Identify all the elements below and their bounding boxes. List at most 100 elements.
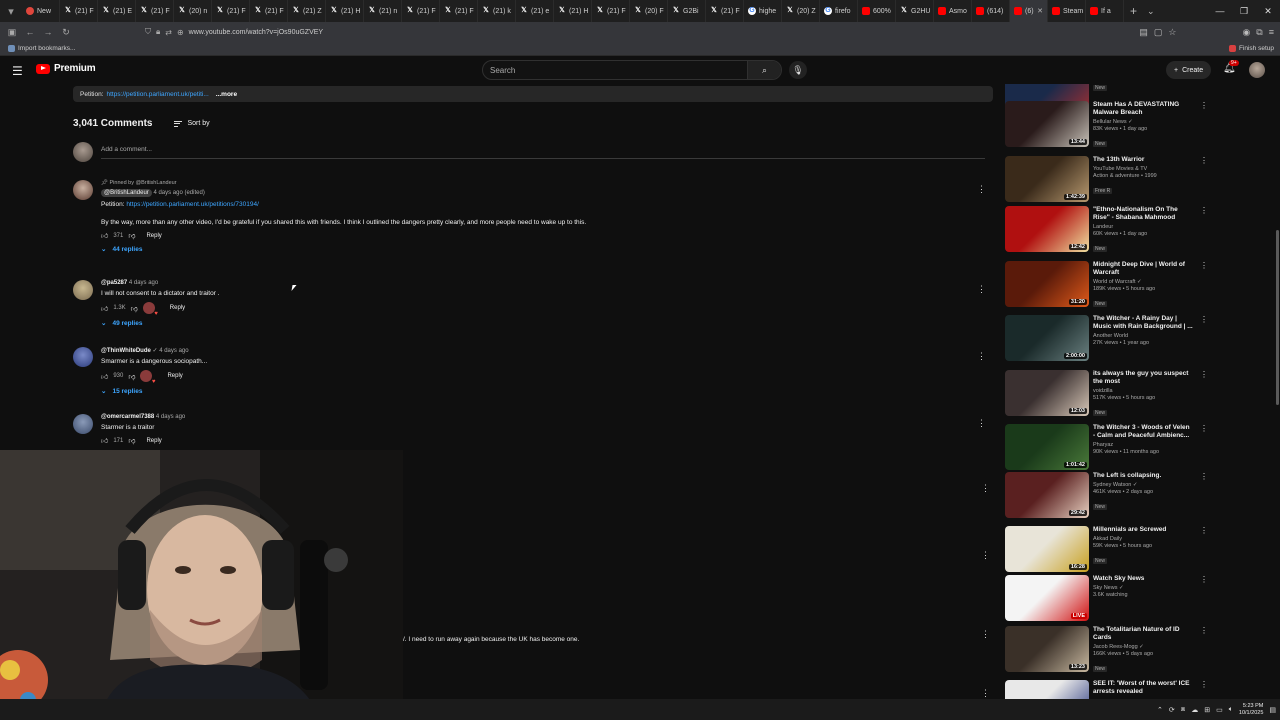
browser-tab[interactable]: 𝕏 (21) n [364, 0, 402, 22]
channel-name[interactable]: YouTube Movies & TV [1093, 166, 1193, 172]
close-tab-icon[interactable]: ✕ [1037, 7, 1043, 15]
recommended-video[interactable]: SEE IT: 'Worst of the worst' ICE arrests… [1005, 680, 1205, 699]
recommended-video[interactable]: 13:23 The Totalitarian Nature of ID Cards… [1005, 626, 1205, 676]
video-title[interactable]: its always the guy you suspect the most [1093, 370, 1193, 386]
dislike-icon[interactable]: 👎︎ [131, 304, 138, 313]
display-icon[interactable]: ▭ [1216, 706, 1223, 714]
video-menu-icon[interactable]: ⋮ [1200, 261, 1205, 270]
video-title[interactable]: "Ethno-Nationalism On The Rise" - Shaban… [1093, 206, 1193, 222]
browser-tab[interactable]: Gfirefo [820, 0, 858, 22]
notification-center-icon[interactable]: ▤ [1269, 706, 1276, 714]
video-title[interactable]: The 13th Warrior [1093, 156, 1193, 164]
search-button[interactable]: ⌕ [747, 61, 781, 79]
comment-time[interactable]: 4 days ago [156, 414, 185, 420]
video-title[interactable]: Steam Has A DEVASTATING Malware Breach [1093, 101, 1193, 117]
channel-name[interactable]: Sky News ✓ [1093, 585, 1193, 591]
video-title[interactable]: The Witcher - A Rainy Day | Music with R… [1093, 315, 1193, 331]
replies-toggle[interactable]: ⌄ 15 replies [101, 387, 981, 396]
comment-menu-icon[interactable]: ⋮ [977, 418, 986, 429]
reload-button[interactable]: ↻ [57, 22, 75, 42]
recommended-video[interactable]: LIVE Watch Sky News Sky News ✓ 3.6K watchin… [1005, 575, 1205, 625]
comment-menu-icon[interactable]: ⋮ [981, 550, 990, 561]
channel-name[interactable]: Bellular News ✓ [1093, 119, 1193, 125]
video-title[interactable]: Millennials are Screwed [1093, 526, 1193, 534]
tab-search-icon[interactable]: ▾ [0, 0, 22, 22]
youtube-logo[interactable]: Premium [36, 63, 96, 74]
network-icon[interactable]: ⧈ [1181, 706, 1185, 714]
reply-button[interactable]: Reply [146, 438, 161, 444]
video-thumbnail[interactable] [1005, 680, 1089, 699]
browser-tab[interactable]: 𝕏 (21) F [592, 0, 630, 22]
browser-tab[interactable]: New [22, 0, 60, 22]
channel-name[interactable]: voidzilla [1093, 388, 1193, 394]
sort-by-button[interactable]: Sort by [174, 119, 210, 128]
browser-tab[interactable]: Asmo [934, 0, 972, 22]
video-title[interactable]: The Totalitarian Nature of ID Cards [1093, 626, 1193, 642]
video-title[interactable]: The Witcher 3 - Woods of Velen - Calm an… [1093, 424, 1193, 440]
channel-name[interactable]: Landeur [1093, 224, 1193, 230]
reply-button[interactable]: Reply [167, 373, 182, 379]
video-thumbnail[interactable]: 12:42 [1005, 206, 1089, 252]
comment-menu-icon[interactable]: ⋮ [981, 483, 990, 494]
dislike-icon[interactable]: 👎︎ [128, 372, 135, 381]
recommended-video[interactable]: 2:00:00 The Witcher - A Rainy Day | Music… [1005, 315, 1205, 365]
video-menu-icon[interactable]: ⋮ [1200, 575, 1205, 584]
video-description[interactable]: Petition: https://petition.parliament.uk… [73, 86, 993, 102]
browser-tab[interactable]: 𝕏 (21) F [250, 0, 288, 22]
gamepad-icon[interactable]: ⊞ [1204, 706, 1210, 714]
permissions-icon[interactable]: ⇄ [165, 28, 172, 37]
speaker-icon[interactable]: 🔈︎ [1229, 706, 1233, 714]
browser-tab[interactable]: 𝕏 (20) n [174, 0, 212, 22]
browser-tab[interactable]: 𝕏 (21) Z [288, 0, 326, 22]
show-more-button[interactable]: ...more [216, 91, 237, 98]
like-icon[interactable]: 👍︎ [101, 372, 108, 381]
like-icon[interactable]: 👍︎ [101, 436, 108, 445]
browser-tab[interactable]: 𝕏 G2HU [896, 0, 934, 22]
video-thumbnail[interactable]: 1:42:39 [1005, 156, 1089, 202]
channel-name[interactable]: Pharyaz [1093, 442, 1193, 448]
reply-button[interactable]: Reply [146, 233, 161, 239]
browser-tab[interactable]: If a [1086, 0, 1124, 22]
back-button[interactable]: ← [21, 22, 39, 42]
tab-icon[interactable]: ▢ [1154, 27, 1163, 38]
recommended-video[interactable]: 12:03 its always the guy you suspect the … [1005, 370, 1205, 420]
comment-author[interactable]: @ThinWhiteDude [101, 348, 151, 354]
video-thumbnail[interactable]: 13:44 [1005, 101, 1089, 147]
reader-view-icon[interactable]: ▤ [1139, 27, 1148, 38]
browser-tab[interactable]: 𝕏 (21) F [402, 0, 440, 22]
account-avatar[interactable] [1249, 62, 1265, 78]
recommended-video[interactable]: 16:28 Millennials are Screwed Akkad Daily 5… [1005, 526, 1205, 576]
browser-tab[interactable]: 𝕏 (21) F [706, 0, 744, 22]
channel-name[interactable]: Sydney Watson ✓ [1093, 482, 1193, 488]
browser-tab[interactable]: 𝕏 (21) E [98, 0, 136, 22]
hamburger-menu-icon[interactable]: ☰ [12, 64, 23, 78]
new-tab-button[interactable]: + [1124, 4, 1143, 18]
browser-tab[interactable]: Steam [1048, 0, 1086, 22]
forward-button[interactable]: → [39, 22, 57, 42]
comment-menu-icon[interactable]: ⋮ [977, 351, 986, 362]
recommended-video[interactable]: 1:01:42 The Witcher 3 - Woods of Velen - … [1005, 424, 1205, 474]
menu-icon[interactable]: ≡ [1269, 27, 1274, 37]
comment-menu-icon[interactable]: ⋮ [981, 688, 990, 699]
video-menu-icon[interactable]: ⋮ [1200, 472, 1205, 481]
comment-menu-icon[interactable]: ⋮ [981, 629, 990, 640]
browser-tab[interactable]: (6) ✕ [1010, 0, 1048, 22]
recommended-video[interactable]: 31:20 Midnight Deep Dive | World of Warcr… [1005, 261, 1205, 311]
comment-author[interactable]: @pa5287 [101, 280, 127, 286]
browser-tab[interactable]: 𝕏 G2Bi [668, 0, 706, 22]
comment-author[interactable]: @omercarmel7388 [101, 414, 154, 420]
video-thumbnail[interactable]: LIVE [1005, 575, 1089, 621]
like-icon[interactable]: 👍︎ [101, 231, 108, 240]
maximize-button[interactable]: ❐ [1232, 0, 1256, 22]
channel-name[interactable]: Jacob Rees-Mogg ✓ [1093, 644, 1193, 650]
channel-name[interactable]: World of Warcraft ✓ [1093, 279, 1193, 285]
system-clock[interactable]: 5:23 PM 10/1/2025 [1239, 703, 1263, 717]
video-menu-icon[interactable]: ⋮ [1200, 370, 1205, 379]
tab-list-chevron-icon[interactable]: ⌄ [1143, 6, 1159, 17]
browser-tab[interactable]: 𝕏 (21) F [212, 0, 250, 22]
recommended-video[interactable]: 13:44 Steam Has A DEVASTATING Malware Bre… [1005, 101, 1205, 151]
video-thumbnail[interactable]: 2:00:00 [1005, 315, 1089, 361]
browser-tab[interactable]: 𝕏 (21) F [60, 0, 98, 22]
video-title[interactable]: Midnight Deep Dive | World of Warcraft [1093, 261, 1193, 277]
avatar[interactable] [73, 347, 93, 367]
